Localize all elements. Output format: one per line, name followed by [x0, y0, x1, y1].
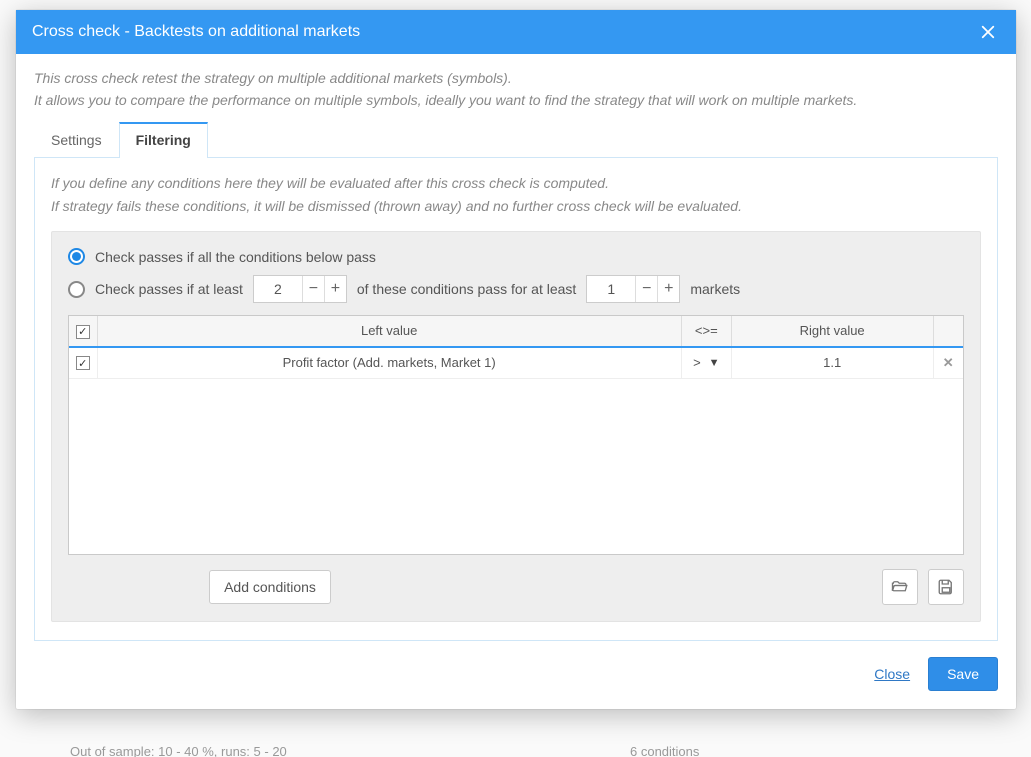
col-header-toggle[interactable]	[69, 316, 97, 347]
markets-count-input[interactable]	[587, 276, 635, 302]
filtering-description: If you define any conditions here they w…	[51, 172, 981, 217]
tab-bar: Settings Filtering	[34, 121, 998, 157]
close-icon[interactable]	[976, 20, 1000, 44]
save-icon	[937, 578, 955, 596]
markets-count-decrement[interactable]: −	[635, 276, 657, 302]
save-button[interactable]: Save	[928, 657, 998, 691]
open-folder-button[interactable]	[882, 569, 918, 605]
modal-title: Cross check - Backtests on additional ma…	[32, 23, 360, 41]
col-header-op: <>=	[681, 316, 731, 347]
markets-count-increment[interactable]: +	[657, 276, 679, 302]
radio-atleast-suffix: markets	[690, 281, 740, 297]
radio-atleast-mid: of these conditions pass for at least	[357, 281, 576, 297]
desc-line-1: This cross check retest the strategy on …	[34, 68, 998, 90]
crosscheck-modal: Cross check - Backtests on additional ma…	[16, 10, 1016, 709]
conditions-count-decrement[interactable]: −	[302, 276, 324, 302]
radio-all[interactable]	[68, 248, 85, 265]
app-backdrop: Out of sample: 10 - 40 %, runs: 5 - 20 6…	[0, 0, 1031, 757]
conditions-count-input[interactable]	[254, 276, 302, 302]
add-conditions-button[interactable]: Add conditions	[209, 570, 331, 604]
row-checkbox[interactable]	[76, 356, 90, 370]
folder-open-icon	[891, 578, 909, 596]
chevron-down-icon[interactable]: ▼	[709, 357, 720, 369]
bg-text-left: Out of sample: 10 - 40 %, runs: 5 - 20	[70, 744, 287, 757]
panel-footer: Add conditions	[68, 569, 964, 605]
col-header-delete	[933, 316, 963, 347]
row-operator[interactable]: >	[693, 355, 701, 370]
close-button[interactable]: Close	[874, 666, 910, 682]
col-header-left: Left value	[97, 316, 681, 347]
filt-desc-line-1: If you define any conditions here they w…	[51, 172, 981, 194]
radio-atleast[interactable]	[68, 281, 85, 298]
conditions-count-stepper[interactable]: − +	[253, 275, 347, 303]
markets-count-stepper[interactable]: − +	[586, 275, 680, 303]
modal-body: This cross check retest the strategy on …	[16, 54, 1016, 643]
tab-filtering[interactable]: Filtering	[119, 122, 208, 158]
radio-all-label: Check passes if all the conditions below…	[95, 249, 376, 265]
filt-desc-line-2: If strategy fails these conditions, it w…	[51, 195, 981, 217]
bg-text-right: 6 conditions	[630, 744, 699, 757]
delete-row-icon[interactable]: ✕	[943, 355, 954, 370]
radio-atleast-row[interactable]: Check passes if at least − + of these co…	[68, 275, 964, 303]
conditions-table-wrap: Left value <>= Right value Profit factor…	[68, 315, 964, 555]
header-checkbox[interactable]	[76, 325, 90, 339]
tab-settings[interactable]: Settings	[34, 123, 119, 158]
table-row[interactable]: Profit factor (Add. markets, Market 1) >…	[69, 347, 963, 379]
col-header-right: Right value	[731, 316, 933, 347]
radio-all-row[interactable]: Check passes if all the conditions below…	[68, 248, 964, 265]
desc-line-2: It allows you to compare the performance…	[34, 90, 998, 112]
row-left-value[interactable]: Profit factor (Add. markets, Market 1)	[97, 347, 681, 379]
modal-header: Cross check - Backtests on additional ma…	[16, 10, 1016, 54]
conditions-count-increment[interactable]: +	[324, 276, 346, 302]
radio-atleast-prefix: Check passes if at least	[95, 281, 243, 297]
conditions-panel: Check passes if all the conditions below…	[51, 231, 981, 622]
save-preset-button[interactable]	[928, 569, 964, 605]
conditions-table: Left value <>= Right value Profit factor…	[69, 316, 963, 379]
modal-footer: Close Save	[16, 643, 1016, 709]
row-right-value[interactable]: 1.1	[731, 347, 933, 379]
modal-description: This cross check retest the strategy on …	[34, 68, 998, 111]
tab-content-filtering: If you define any conditions here they w…	[34, 157, 998, 641]
